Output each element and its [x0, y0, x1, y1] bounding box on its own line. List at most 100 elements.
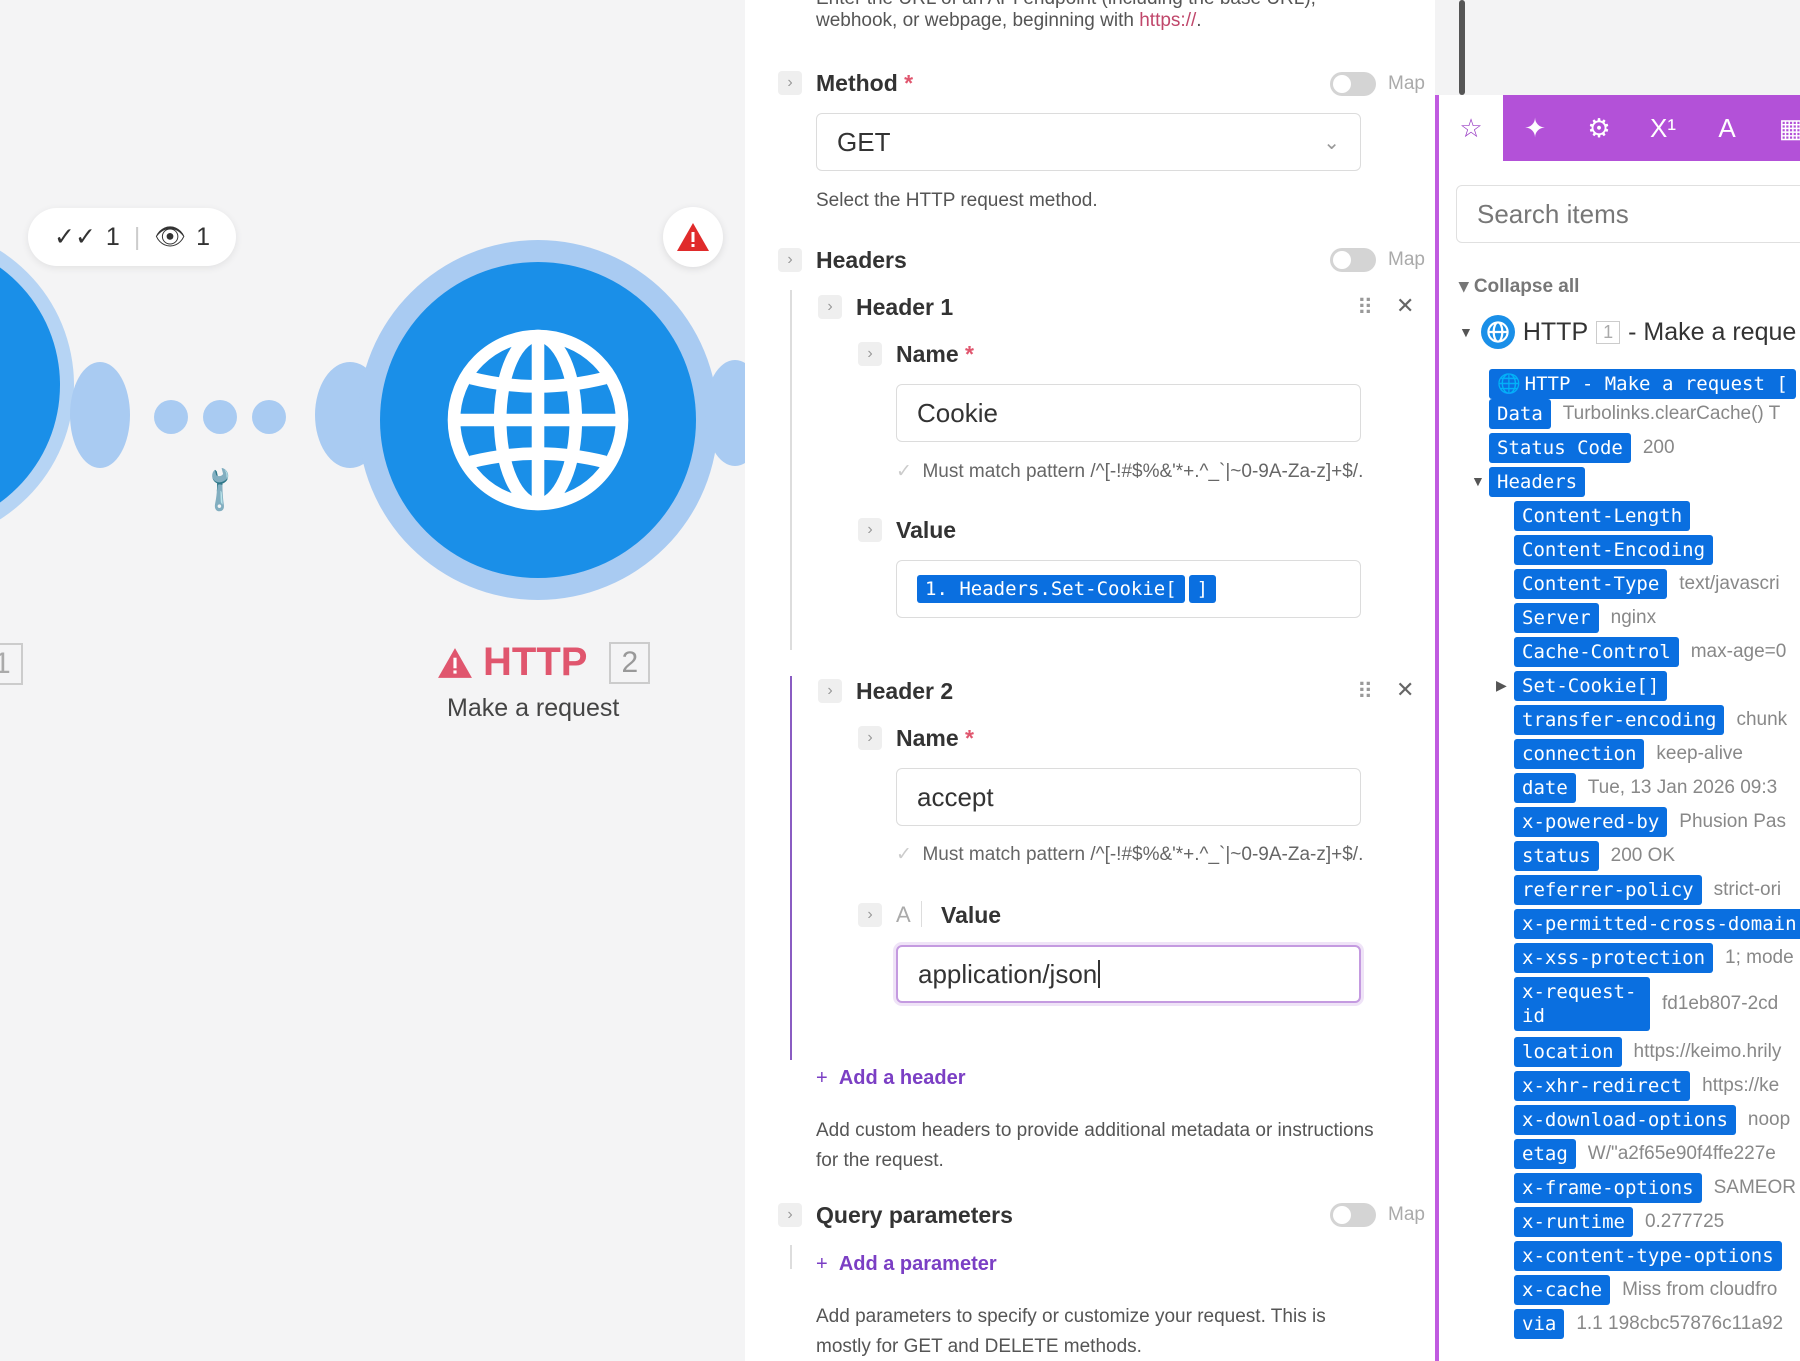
mapper-item[interactable]: Set-Cookie[]	[1514, 671, 1668, 701]
scenario-canvas[interactable]: ✓✓ 1 | 👁 1 🔧 1 HTTP 2 Make a request	[0, 0, 745, 1361]
header1-name-chevron-icon[interactable]: ›	[858, 342, 882, 366]
mapper-item[interactable]: x-xss-protection 1; mode	[1514, 943, 1794, 973]
mapper-item[interactable]: x-powered-by Phusion Pas	[1514, 807, 1786, 837]
mapper-item-key: Headers	[1489, 467, 1586, 497]
panel-scrollbar[interactable]	[1459, 0, 1465, 95]
header2-value-chevron-icon[interactable]: ›	[858, 903, 882, 927]
header1-value-input[interactable]: 1. Headers.Set-Cookie[ ]	[896, 560, 1361, 618]
mapper-item-value: strict-ori	[1713, 879, 1782, 900]
header2-name-input[interactable]: accept	[896, 768, 1361, 826]
tab-text-functions[interactable]: A	[1695, 95, 1759, 161]
mapper-item[interactable]: status 200 OK	[1514, 841, 1675, 871]
caret-down-icon[interactable]: ▼	[1471, 473, 1485, 489]
mapper-item-key: Status Code	[1489, 433, 1631, 463]
query-expand-chevron-icon[interactable]: ›	[778, 1203, 802, 1227]
tab-favorites[interactable]: ☆	[1439, 95, 1503, 161]
mapper-item-value: 0.277725	[1644, 1211, 1725, 1232]
mapped-value-pill[interactable]: 1. Headers.Set-Cookie[	[917, 575, 1185, 603]
add-header-link[interactable]: + Add a header	[816, 1067, 966, 1090]
method-hint: Select the HTTP request method.	[816, 190, 1098, 211]
mapper-item[interactable]: Cache-Control max-age=0	[1514, 637, 1786, 667]
header2-expand-chevron-icon[interactable]: ›	[818, 679, 842, 703]
mapper-module-row[interactable]: ▼ HTTP 1 - Make a reque	[1459, 315, 1796, 349]
headers-map-toggle[interactable]	[1330, 248, 1376, 272]
mapper-item-key: x-powered-by	[1514, 807, 1668, 837]
mapper-item[interactable]: referrer-policy strict-ori	[1514, 875, 1781, 905]
mapper-item-key: x-download-options	[1514, 1105, 1736, 1135]
mapper-item-key: Content-Length	[1514, 501, 1691, 531]
headers-expand-chevron-icon[interactable]: ›	[778, 248, 802, 272]
search-items-input[interactable]: Search items	[1456, 185, 1800, 243]
header2-name-chevron-icon[interactable]: ›	[858, 726, 882, 750]
mapper-root-item[interactable]: 🌐 HTTP - Make a request [	[1489, 369, 1796, 399]
mapper-item[interactable]: Content-Type text/javascri	[1514, 569, 1780, 599]
warning-badge[interactable]	[663, 207, 723, 267]
drag-handle-icon[interactable]: ⠿	[1357, 295, 1373, 321]
module-stats-badge[interactable]: ✓✓ 1 | 👁 1	[28, 208, 236, 266]
mapper-item[interactable]: Server nginx	[1514, 603, 1656, 633]
query-map-toggle[interactable]	[1330, 1203, 1376, 1227]
connector-dot[interactable]	[154, 400, 188, 434]
tab-ai[interactable]: ✦	[1503, 95, 1567, 161]
mapper-item[interactable]: location https://keimo.hrily	[1514, 1037, 1781, 1067]
mapper-item-value: keep-alive	[1656, 743, 1743, 764]
mapper-item[interactable]: etag W/"a2f65e90f4ffe227e	[1514, 1139, 1776, 1169]
mapper-item[interactable]: Data Turbolinks.clearCache() T	[1489, 399, 1780, 429]
mapper-item-key: transfer-encoding	[1514, 705, 1725, 735]
drag-handle-icon[interactable]: ⠿	[1357, 679, 1373, 705]
header1-value-chevron-icon[interactable]: ›	[858, 518, 882, 542]
stats-divider: |	[133, 222, 141, 251]
mapper-item[interactable]: connection keep-alive	[1514, 739, 1743, 769]
mapper-item[interactable]: x-runtime 0.277725	[1514, 1207, 1724, 1237]
text-mode-icon[interactable]: A	[896, 902, 911, 928]
mapper-item-value: W/"a2f65e90f4ffe227e	[1587, 1143, 1776, 1164]
mapper-item[interactable]: via 1.1 198cbc57876c11a92	[1514, 1309, 1783, 1339]
method-map-toggle[interactable]	[1330, 72, 1376, 96]
mapper-item[interactable]: x-content-type-options	[1514, 1241, 1782, 1271]
mapper-item-value: SAMEOR	[1713, 1177, 1796, 1198]
header1-value-label: Value	[896, 517, 957, 543]
header2-value-input[interactable]: application/json	[896, 945, 1361, 1003]
caret-right-icon[interactable]: ▶	[1496, 677, 1507, 694]
check-count: 1	[105, 222, 120, 251]
mapper-item[interactable]: x-cache Miss from cloudfro	[1514, 1275, 1777, 1305]
header1-name-input[interactable]: Cookie	[896, 384, 1361, 442]
mapper-item[interactable]: x-download-options noop	[1514, 1105, 1790, 1135]
http-module[interactable]	[380, 262, 696, 578]
headers-hint: Add custom headers to provide additional…	[816, 1120, 1374, 1171]
mapper-item[interactable]: x-request-id fd1eb807-2cd	[1514, 977, 1778, 1031]
mapper-item-value: fd1eb807-2cd	[1662, 993, 1779, 1014]
mapper-item[interactable]: Headers	[1489, 467, 1586, 497]
connector-dot[interactable]	[252, 400, 286, 434]
headers-label: Headers	[816, 247, 907, 273]
mapper-item[interactable]: Content-Encoding	[1514, 535, 1714, 565]
tab-general-functions[interactable]: ⚙	[1567, 95, 1631, 161]
header1-expand-chevron-icon[interactable]: ›	[818, 295, 842, 319]
connector-dot[interactable]	[203, 400, 237, 434]
mapped-value-pill-end[interactable]: ]	[1188, 575, 1217, 603]
mapper-item[interactable]: x-frame-options SAMEOR	[1514, 1173, 1796, 1203]
mapper-item[interactable]: transfer-encoding chunk	[1514, 705, 1787, 735]
mapper-item[interactable]: date Tue, 13 Jan 2026 09:3	[1514, 773, 1777, 803]
mapper-item[interactable]: x-xhr-redirect https://ke	[1514, 1071, 1779, 1101]
previous-module[interactable]	[0, 240, 60, 530]
tab-date-functions[interactable]: ▦	[1759, 95, 1800, 161]
collapse-all-button[interactable]: ▾ Collapse all	[1459, 275, 1579, 298]
mapper-item[interactable]: Content-Length	[1514, 501, 1691, 531]
header2-tree-line	[790, 676, 792, 1060]
close-icon[interactable]: ✕	[1396, 293, 1414, 319]
header1-name-value: Cookie	[917, 397, 998, 428]
mapper-item-key: date	[1514, 773, 1576, 803]
mapper-item[interactable]: Status Code 200	[1489, 433, 1675, 463]
close-icon[interactable]: ✕	[1396, 677, 1414, 703]
mapper-item-value: https://ke	[1702, 1075, 1780, 1096]
method-expand-chevron-icon[interactable]: ›	[778, 71, 802, 95]
method-select[interactable]: GET ⌄	[816, 113, 1361, 171]
mapper-module-name: HTTP	[1522, 317, 1589, 346]
add-parameter-link[interactable]: + Add a parameter	[816, 1253, 997, 1276]
header2-name-label: Name *	[896, 725, 974, 751]
tab-math-functions[interactable]: X¹	[1631, 95, 1695, 161]
headers-map-label: Map	[1388, 249, 1425, 270]
mapper-item[interactable]: x-permitted-cross-domain	[1514, 909, 1800, 939]
wrench-icon[interactable]: 🔧	[192, 461, 247, 516]
